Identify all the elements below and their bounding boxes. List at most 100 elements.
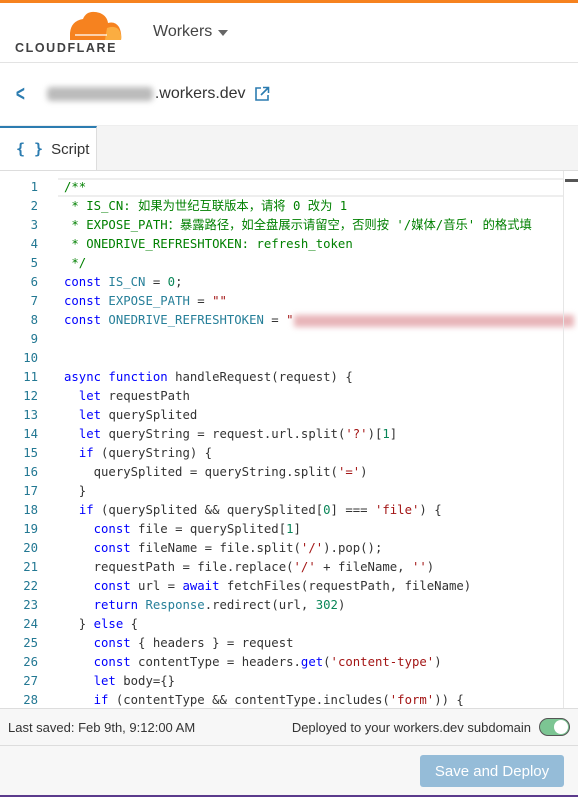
code-token: fetchFiles(requestPath, fileName) xyxy=(226,579,472,593)
line-number: 28 xyxy=(23,693,38,707)
line-number: 14 xyxy=(23,427,38,441)
code-line[interactable]: 12 let requestPath xyxy=(0,387,190,406)
code-token: async function xyxy=(64,370,176,384)
code-line[interactable]: 26 const contentType = headers.get('cont… xyxy=(0,653,441,672)
code-line[interactable]: 10 xyxy=(0,349,38,368)
code-line[interactable]: 6 const IS_CN = 0; xyxy=(0,273,183,292)
line-code: */ xyxy=(64,254,86,273)
code-line[interactable]: 9 xyxy=(0,330,38,349)
code-line[interactable]: 8 const ONEDRIVE_REFRESHTOKEN = " xyxy=(0,311,574,330)
code-token: ) xyxy=(337,598,346,612)
code-line[interactable]: 24 } else { xyxy=(0,615,138,634)
line-number: 17 xyxy=(23,484,38,498)
line-code: } xyxy=(64,482,86,501)
save-and-deploy-button[interactable]: Save and Deploy xyxy=(420,755,564,787)
line-code: * IS_CN: 如果为世纪互联版本，请将 0 改为 1 xyxy=(64,197,347,216)
code-line[interactable]: 11 async function handleRequest(request) … xyxy=(0,368,353,387)
external-link-icon[interactable] xyxy=(254,86,270,102)
line-code: const EXPOSE_PATH = "" xyxy=(64,292,227,311)
code-line[interactable]: 15 if (queryString) { xyxy=(0,444,212,463)
code-token: let xyxy=(78,408,109,422)
code-token: + fileName, xyxy=(315,560,412,574)
deploy-toggle[interactable] xyxy=(539,718,570,736)
code-token: const xyxy=(93,655,139,669)
editor-scrollbar[interactable] xyxy=(563,171,578,708)
code-line[interactable]: 27 let body={} xyxy=(0,672,175,691)
code-token: querySplited xyxy=(108,408,198,422)
code-line[interactable]: 19 const file = querySplited[1] xyxy=(0,520,301,539)
code-token: const xyxy=(93,541,139,555)
code-line[interactable]: 2 * IS_CN: 如果为世纪互联版本，请将 0 改为 1 xyxy=(0,197,348,216)
code-token: file = querySplited[ xyxy=(138,522,287,536)
worker-domain-suffix[interactable]: .workers.dev xyxy=(155,85,246,103)
line-code: let requestPath xyxy=(64,387,190,406)
line-code: const fileName = file.split('/').pop(); xyxy=(64,539,383,558)
cloud-icon xyxy=(70,11,122,40)
code-token: requestPath xyxy=(108,389,190,403)
code-token: '/' xyxy=(300,541,324,555)
code-token: contentType = headers. xyxy=(138,655,301,669)
code-token: )) { xyxy=(434,693,464,707)
code-token: else xyxy=(93,617,131,631)
product-label: Workers xyxy=(153,23,213,40)
line-number: 2 xyxy=(30,199,38,213)
code-line[interactable]: 28 if (contentType && contentType.includ… xyxy=(0,691,464,708)
code-line[interactable]: 4 * ONEDRIVE_REFRESHTOKEN: refresh_token xyxy=(0,235,353,254)
product-switcher[interactable]: Workers xyxy=(153,23,229,41)
current-line-highlight xyxy=(58,178,564,197)
code-line[interactable]: 20 const fileName = file.split('/').pop(… xyxy=(0,539,382,558)
code-token: */ xyxy=(64,256,87,270)
code-line[interactable]: 1 /** xyxy=(0,178,87,197)
chevron-left-icon[interactable]: < xyxy=(16,81,25,107)
code-line[interactable]: 3 * EXPOSE_PATH：暴露路径，如全盘展示请留空，否则按 '/媒体/音… xyxy=(0,216,532,235)
code-token: fileName = file.split( xyxy=(138,541,301,555)
code-line[interactable]: 23 return Response.redirect(url, 302) xyxy=(0,596,345,615)
code-line[interactable]: 13 let querySplited xyxy=(0,406,197,425)
code-line[interactable]: 17 } xyxy=(0,482,86,501)
code-token: get xyxy=(300,655,324,669)
code-token: '/' xyxy=(293,560,316,574)
code-line[interactable]: 14 let queryString = request.url.split('… xyxy=(0,425,397,444)
code-line[interactable]: 21 requestPath = file.replace('/' + file… xyxy=(0,558,434,577)
tab-bar: { } Script xyxy=(0,125,578,170)
code-token: "" xyxy=(212,294,227,308)
line-number: 22 xyxy=(23,579,38,593)
code-token: } xyxy=(64,617,94,631)
line-code: const file = querySplited[1] xyxy=(64,520,301,539)
code-token: { headers } = request xyxy=(138,636,294,650)
code-token: = xyxy=(263,313,287,327)
cloudflare-logo[interactable]: CLOUDFLARE xyxy=(15,11,125,55)
tab-script[interactable]: { } Script xyxy=(0,126,97,170)
code-lines: 1/** 2 * IS_CN: 如果为世纪互联版本，请将 0 改为 13 * EX… xyxy=(0,178,574,708)
code-line[interactable]: 7 const EXPOSE_PATH = "" xyxy=(0,292,227,311)
code-token: /** xyxy=(64,180,87,194)
line-code: querySplited = queryString.split('=') xyxy=(64,463,368,482)
header: CLOUDFLARE Workers xyxy=(0,3,578,63)
code-line[interactable]: 5 */ xyxy=(0,254,87,273)
code-line[interactable]: 18 if (querySplited && querySplited[0] =… xyxy=(0,501,441,520)
code-token: const xyxy=(93,522,139,536)
code-token: querySplited = queryString.split( xyxy=(64,465,338,479)
code-token: (queryString) { xyxy=(101,446,213,460)
code-token: 1 xyxy=(382,427,390,441)
code-line[interactable]: 16 querySplited = queryString.split('=') xyxy=(0,463,367,482)
code-token: url = xyxy=(138,579,183,593)
code-line[interactable]: 25 const { headers } = request xyxy=(0,634,293,653)
scrollbar-thumb[interactable] xyxy=(565,179,578,182)
code-token: ONEDRIVE_REFRESHTOKEN xyxy=(108,313,264,327)
code-token: '' xyxy=(411,560,427,574)
code-token: '?' xyxy=(345,427,368,441)
code-editor[interactable]: 1/** 2 * IS_CN: 如果为世纪互联版本，请将 0 改为 13 * EX… xyxy=(0,170,578,708)
code-token: ).pop(); xyxy=(323,541,383,555)
line-number: 9 xyxy=(30,332,38,346)
line-number: 7 xyxy=(30,294,38,308)
code-token: ) xyxy=(426,560,435,574)
line-number: 19 xyxy=(23,522,38,536)
code-line[interactable]: 22 const url = await fetchFiles(requestP… xyxy=(0,577,471,596)
code-token: ) xyxy=(360,465,368,479)
line-number: 3 xyxy=(30,218,38,232)
